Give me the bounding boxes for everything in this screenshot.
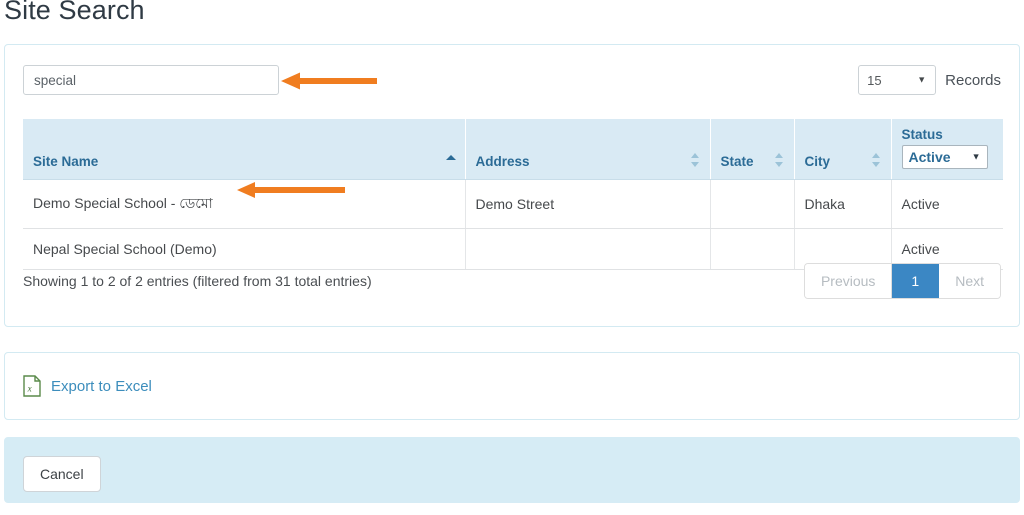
search-results-panel: 15 ▼ Records Site Name Address	[4, 44, 1020, 327]
cell-address: Demo Street	[465, 179, 711, 229]
column-header-status: Status Active ▼	[891, 119, 1003, 180]
table-header-row: Site Name Address State City Status Acti…	[23, 119, 1003, 180]
column-header-address[interactable]: Address	[465, 119, 711, 180]
arrow-pointing-to-search-input	[281, 72, 377, 90]
sort-ascending-icon	[445, 153, 456, 167]
column-header-city[interactable]: City	[794, 119, 892, 180]
export-to-excel-link[interactable]: x Export to Excel	[23, 375, 152, 397]
records-label: Records	[945, 71, 1001, 89]
cell-state	[710, 228, 795, 270]
column-header-city-label: City	[804, 154, 831, 169]
column-header-site-name-label: Site Name	[33, 154, 99, 169]
cell-status: Active	[891, 179, 1003, 229]
column-header-state[interactable]: State	[710, 119, 795, 180]
column-header-address-label: Address	[475, 154, 530, 169]
table-info-text: Showing 1 to 2 of 2 entries (filtered fr…	[23, 273, 372, 289]
cell-state	[710, 179, 795, 229]
pagination-page-1-button[interactable]: 1	[892, 264, 940, 298]
records-per-page-control: 15 ▼ Records	[858, 65, 1001, 95]
cell-site-name: Nepal Special School (Demo)	[23, 228, 466, 270]
search-filter-input[interactable]	[23, 65, 279, 95]
column-header-state-label: State	[720, 154, 754, 169]
pagination: Previous 1 Next	[803, 263, 1001, 299]
sort-unsorted-icon	[690, 153, 701, 167]
status-filter-select[interactable]: Active ▼	[901, 145, 988, 169]
page-title: Site Search	[4, 0, 145, 25]
arrow-pointing-to-first-row	[237, 182, 345, 198]
cell-city: Dhaka	[794, 179, 892, 229]
export-to-excel-label: Export to Excel	[51, 377, 152, 395]
svg-text:x: x	[27, 384, 32, 394]
column-header-site-name[interactable]: Site Name	[23, 119, 466, 180]
column-header-status-label: Status	[901, 127, 943, 142]
chevron-down-icon: ▼	[971, 151, 981, 162]
records-select[interactable]: 15 ▼	[858, 65, 937, 95]
site-results-table: Site Name Address State City Status Acti…	[23, 119, 1003, 270]
records-select-value: 15	[867, 72, 882, 88]
cancel-button[interactable]: Cancel	[23, 456, 101, 492]
excel-file-icon: x	[23, 375, 41, 397]
chevron-down-icon: ▼	[917, 74, 927, 85]
sort-unsorted-icon	[774, 153, 785, 167]
pagination-previous-button[interactable]: Previous	[804, 264, 893, 298]
table-row[interactable]: Demo Special School - ডেমো Demo Street D…	[23, 179, 1003, 229]
cell-address	[465, 228, 711, 270]
site-search-page: Site Search 15 ▼ Records Site Name	[0, 0, 1024, 515]
form-footer-panel: Cancel	[4, 437, 1020, 503]
export-panel: x Export to Excel	[4, 352, 1020, 420]
sort-unsorted-icon	[871, 153, 882, 167]
status-filter-value: Active	[908, 149, 951, 165]
pagination-next-button[interactable]: Next	[939, 264, 1000, 298]
